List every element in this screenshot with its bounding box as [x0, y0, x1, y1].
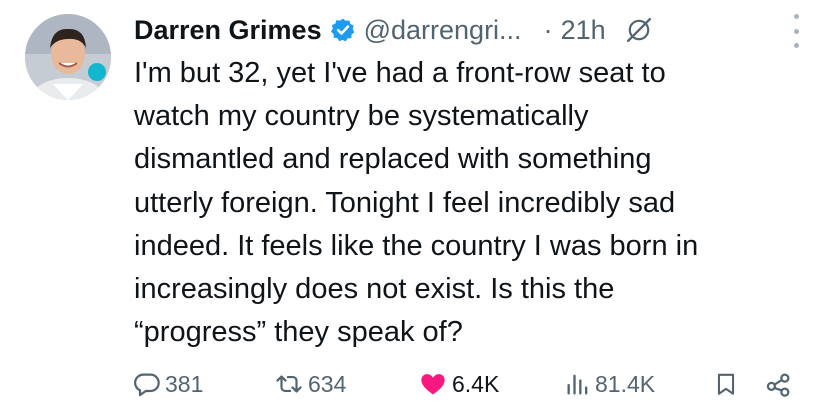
meta-separator: · — [543, 14, 553, 45]
tweet-text-line: I'm but 32, yet I've had a front-row sea… — [134, 57, 666, 89]
like-count: 6.4K — [452, 370, 500, 397]
like-button[interactable]: 6.4K — [418, 362, 499, 406]
bookmark-icon[interactable] — [713, 362, 739, 406]
views-count: 81.4K — [595, 370, 656, 397]
reply-button[interactable]: 381 — [133, 362, 203, 406]
avatar-photo — [25, 14, 111, 100]
views-button[interactable]: 81.4K — [565, 362, 655, 406]
tweet-text-line: “progress” they speak of? — [134, 316, 463, 349]
repost-count: 634 — [308, 370, 347, 397]
author-name[interactable]: Darren Grimes — [134, 15, 322, 46]
tweet-text-line: watch my country be systematically — [134, 100, 589, 133]
verified-badge-icon — [330, 17, 356, 43]
author-handle[interactable]: @darrengri... — [364, 15, 522, 46]
tweet-text-line: dismantled and replaced with something — [134, 143, 652, 176]
grok-icon[interactable] — [626, 17, 652, 43]
tweet-text: I'm but 32, yet I've had a front-row sea… — [134, 52, 794, 354]
views-icon — [565, 370, 591, 398]
tweet-text-line: indeed. It feels like the country I was … — [134, 229, 699, 262]
tweet-action-bar: 381 634 6.4K 81.4K — [0, 362, 840, 406]
more-options-icon[interactable] — [786, 14, 806, 48]
tweet-timestamp[interactable]: 21h — [561, 15, 606, 46]
repost-icon — [274, 370, 304, 398]
reply-icon — [133, 370, 161, 398]
tweet-text-line: utterly foreign. Tonight I feel incredib… — [134, 186, 676, 219]
tweet-text-line: increasingly does not exist. Is this the — [134, 273, 615, 306]
tweet-header: Darren Grimes @darrengri... · 21h — [134, 8, 652, 52]
heart-icon — [418, 370, 448, 398]
reply-count: 381 — [165, 370, 204, 397]
author-avatar[interactable] — [25, 14, 111, 100]
repost-button[interactable]: 634 — [274, 362, 346, 406]
share-icon[interactable] — [764, 362, 794, 406]
